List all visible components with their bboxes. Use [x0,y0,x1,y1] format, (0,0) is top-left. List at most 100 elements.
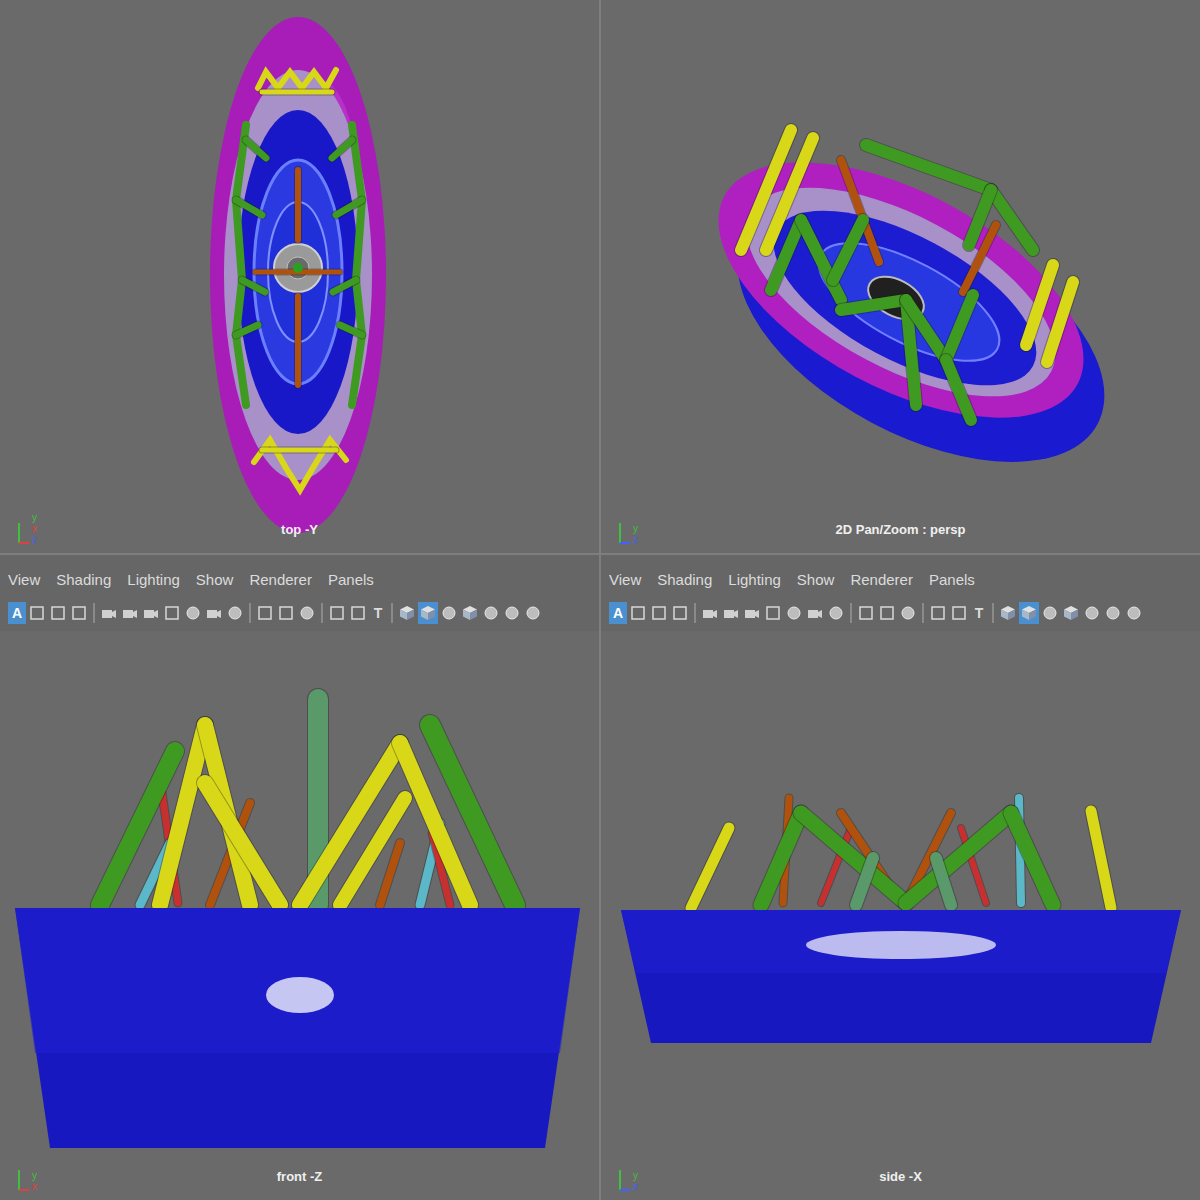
axis-label: y [32,512,37,523]
menu-item[interactable]: Renderer [850,569,913,592]
toolbar-button[interactable]: A [609,602,627,624]
menu-item[interactable]: Lighting [728,569,781,592]
circle-icon [504,605,520,621]
circle-icon [900,605,916,621]
circle-icon [786,605,802,621]
toolbar-button[interactable]: A [8,602,26,624]
menu-item[interactable]: Show [196,569,234,592]
viewport-canvas[interactable]: yxfront -Z [0,631,599,1200]
camera-icon [807,605,823,621]
camera-icon [122,605,138,621]
viewport-label: top -Y [281,520,318,540]
viewport-canvas[interactable]: yzside -X [601,631,1200,1200]
toolbar-button[interactable] [418,602,438,624]
axis-icon [617,519,631,545]
menu-item[interactable]: Panels [328,569,374,592]
toolbar-button[interactable] [204,602,224,624]
toolbar-button[interactable] [1019,602,1039,624]
toolbar-button[interactable] [297,602,317,624]
panel-menu-bar: View Shading Lighting Show Renderer Panels [601,565,1200,595]
axis-indicator: yz [617,1166,638,1192]
camera-icon [101,605,117,621]
toolbar-button[interactable] [928,602,948,624]
axis-label: y [633,1170,638,1181]
axis-indicator: yx [16,1166,37,1192]
circle-icon [441,605,457,621]
toolbar-button[interactable]: T [970,602,988,624]
square-icon [329,605,345,621]
toolbar-button[interactable] [27,602,47,624]
toolbar-button[interactable] [162,602,182,624]
toolbar-button[interactable] [1061,602,1081,624]
toolbar-button[interactable] [998,602,1018,624]
menu-item[interactable]: Show [797,569,835,592]
square-icon [879,605,895,621]
toolbar-button[interactable] [763,602,783,624]
toolbar-button[interactable] [348,602,368,624]
scene-drawing [601,0,1200,553]
toolbar-button[interactable] [721,602,741,624]
square-icon [50,605,66,621]
toolbar-button[interactable] [439,602,459,624]
toolbar-button[interactable] [502,602,522,624]
scene-drawing [601,631,1200,1200]
toolbar-button[interactable] [649,602,669,624]
menu-item[interactable]: Panels [929,569,975,592]
toolbar-button[interactable] [523,602,543,624]
toolbar-button[interactable] [877,602,897,624]
circle-icon [185,605,201,621]
toolbar-button[interactable] [742,602,762,624]
toolbar-button[interactable] [1124,602,1144,624]
maya-viewports: yxztop -Yyz2D Pan/Zoom : perspViewShadin… [0,0,1200,1200]
toolbar-button[interactable] [856,602,876,624]
cube-icon [399,605,415,621]
circle-icon [828,605,844,621]
square-icon [278,605,294,621]
camera-icon [206,605,222,621]
toolbar-button[interactable] [628,602,648,624]
toolbar-button[interactable] [805,602,825,624]
toolbar-button[interactable] [99,602,119,624]
toolbar-button[interactable] [276,602,296,624]
toolbar-button[interactable] [183,602,203,624]
toolbar-button[interactable] [48,602,68,624]
menu-item[interactable]: Renderer [249,569,312,592]
toolbar-button[interactable] [898,602,918,624]
toolbar-button[interactable] [225,602,245,624]
menu-item[interactable]: Shading [657,569,712,592]
square-icon [765,605,781,621]
toolbar-button[interactable] [1040,602,1060,624]
toolbar-button[interactable] [670,602,690,624]
persp-view-model [678,110,1146,517]
viewport-canvas[interactable]: yz2D Pan/Zoom : persp [601,0,1200,553]
toolbar-button[interactable] [700,602,720,624]
toolbar-button[interactable] [120,602,140,624]
toolbar-button[interactable]: T [369,602,387,624]
menu-item[interactable]: Shading [56,569,111,592]
toolbar-button[interactable] [255,602,275,624]
toolbar-button[interactable] [327,602,347,624]
menu-item[interactable]: View [8,569,40,592]
scene-drawing [0,631,599,1200]
toolbar-button[interactable] [826,602,846,624]
viewport-panel: yz2D Pan/Zoom : persp [601,0,1200,553]
toolbar-button[interactable] [141,602,161,624]
toolbar-button[interactable] [481,602,501,624]
camera-icon [702,605,718,621]
square-icon [672,605,688,621]
toolbar-button[interactable] [460,602,480,624]
toolbar-button[interactable] [1103,602,1123,624]
toolbar-button[interactable] [69,602,89,624]
toolbar-button[interactable] [1082,602,1102,624]
toolbar-button[interactable] [784,602,804,624]
toolbar-button[interactable] [949,602,969,624]
viewport-canvas[interactable]: yxztop -Y [0,0,599,553]
menu-item[interactable]: View [609,569,641,592]
axis-indicator: yz [617,519,638,545]
square-icon [257,605,273,621]
axis-label: z [633,1181,638,1192]
toolbar-separator [93,603,95,623]
menu-item[interactable]: Lighting [127,569,180,592]
camera-icon [744,605,760,621]
toolbar-button[interactable] [397,602,417,624]
